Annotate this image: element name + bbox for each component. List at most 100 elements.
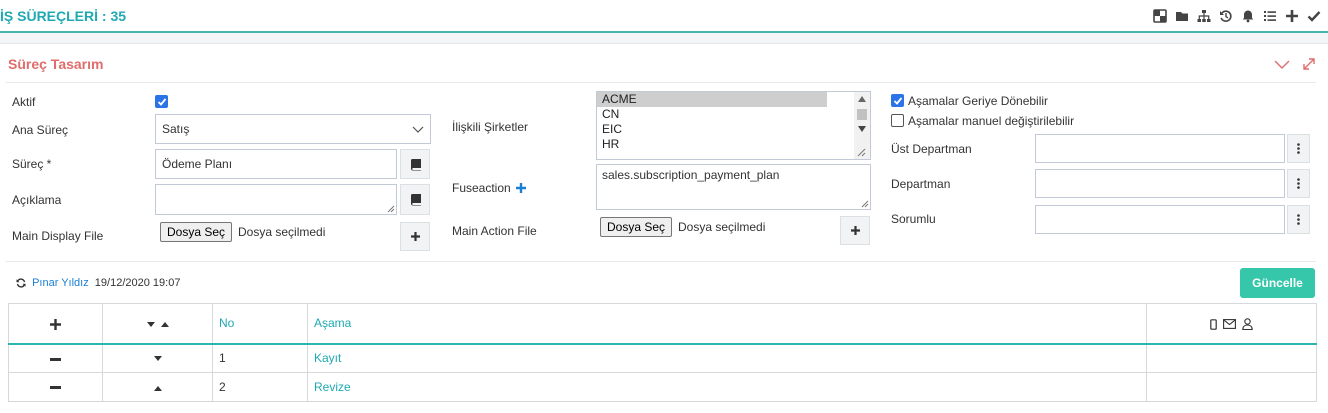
layout-icon[interactable]	[1152, 8, 1168, 24]
remove-row-cell[interactable]	[8, 343, 103, 373]
user-icon	[1242, 318, 1254, 331]
minus-icon	[50, 357, 61, 361]
plus-icon[interactable]	[1284, 8, 1300, 24]
collapse-chevron-icon[interactable]	[1272, 54, 1292, 74]
main-action-file-status: Dosya seçilmedi	[678, 220, 766, 234]
book-icon	[410, 158, 421, 170]
row-no: 2	[212, 372, 308, 402]
panel-title: Süreç Tasarım	[8, 56, 104, 72]
expand-icon[interactable]	[1299, 54, 1319, 74]
surec-label: Süreç *	[12, 157, 52, 171]
refresh-icon	[16, 278, 26, 288]
manuel-degistirilebilir-label: Aşamalar manuel değiştirilebilir	[908, 114, 1075, 128]
sorumlu-menu-button[interactable]	[1287, 205, 1310, 234]
aciklama-book-button[interactable]	[400, 184, 430, 215]
aktif-checkbox[interactable]	[155, 95, 168, 108]
table-row: 1 Kayıt	[8, 343, 1317, 373]
ana-surec-value: Satış	[162, 122, 190, 136]
ellipsis-vertical-icon	[1297, 143, 1300, 154]
departman-label: Departman	[891, 177, 951, 191]
row-no: 1	[212, 343, 308, 373]
company-option[interactable]: HR	[597, 137, 827, 152]
geri-donebilir-checkbox[interactable]	[891, 94, 904, 107]
company-option[interactable]: CN	[597, 107, 827, 122]
departman-input[interactable]	[1035, 169, 1285, 198]
book-icon	[410, 194, 421, 206]
col-header-icons	[1146, 303, 1317, 345]
resize-handle-icon[interactable]	[861, 200, 869, 208]
col-header-no: No	[212, 303, 308, 345]
sort-cell[interactable]	[102, 303, 213, 345]
sitemap-icon[interactable]	[1196, 8, 1212, 24]
ana-surec-select[interactable]: Satış	[155, 114, 431, 144]
process-design-panel: Süreç Tasarım Aktif Ana Süreç Satış Süre…	[0, 43, 1328, 413]
record-info: Pınar Yıldız 19/12/2020 19:07	[16, 277, 180, 289]
move-down-cell[interactable]	[102, 343, 213, 373]
stages-table: No Aşama 1 Kayıt 2 Revize	[8, 303, 1317, 402]
main-display-add-button[interactable]	[400, 222, 430, 251]
fuseaction-label-text: Fuseaction	[452, 181, 511, 195]
ust-departman-menu-button[interactable]	[1287, 134, 1310, 163]
iliskili-sirketler-label: İlişkili Şirketler	[452, 120, 529, 134]
fuseaction-label: Fuseaction	[452, 181, 527, 195]
remove-row-cell[interactable]	[8, 372, 103, 402]
main-action-add-button[interactable]	[840, 216, 870, 245]
add-row-cell[interactable]	[8, 303, 103, 345]
company-option[interactable]: EIC	[597, 122, 827, 137]
aciklama-textarea[interactable]	[155, 184, 397, 215]
check-icon[interactable]	[1306, 8, 1322, 24]
main-action-file-label: Main Action File	[452, 224, 537, 238]
main-display-file-status: Dosya seçilmedi	[238, 225, 326, 239]
geri-donebilir-label: Aşamalar Geriye Dönebilir	[908, 94, 1049, 108]
main-action-file-button[interactable]: Dosya Seç	[600, 217, 673, 237]
arrow-down-icon	[153, 356, 162, 362]
bell-icon[interactable]	[1240, 8, 1256, 24]
surec-input[interactable]: Ödeme Planı	[155, 149, 397, 179]
minus-icon	[50, 386, 61, 390]
main-display-file-button[interactable]: Dosya Seç	[160, 222, 233, 242]
listbox-scrollbar[interactable]	[854, 92, 870, 159]
divider	[6, 82, 1316, 83]
history-icon[interactable]	[1218, 8, 1234, 24]
fuseaction-add-icon[interactable]	[516, 182, 527, 193]
fuseaction-value: sales.subscription_payment_plan	[602, 168, 780, 182]
surec-book-button[interactable]	[400, 149, 430, 179]
ust-departman-input[interactable]	[1035, 134, 1285, 163]
main-display-file-label: Main Display File	[12, 229, 104, 243]
col-header-asama: Aşama	[307, 303, 1147, 345]
companies-listbox[interactable]: ACME CN EIC HR	[596, 91, 871, 160]
plus-icon	[50, 318, 61, 330]
folder-icon[interactable]	[1174, 8, 1190, 24]
departman-menu-button[interactable]	[1287, 169, 1310, 198]
ellipsis-vertical-icon	[1297, 178, 1300, 189]
move-up-cell[interactable]	[102, 372, 213, 402]
update-button[interactable]: Güncelle	[1240, 268, 1315, 298]
table-header-row: No Aşama	[8, 303, 1317, 345]
manuel-degistirilebilir-checkbox[interactable]	[891, 114, 904, 127]
ust-departman-label: Üst Departman	[891, 142, 972, 156]
table-row: 2 Revize	[8, 372, 1317, 402]
row-icons-cell	[1146, 372, 1317, 402]
aktif-label: Aktif	[12, 95, 36, 109]
resize-handle-icon[interactable]	[387, 205, 395, 213]
arrow-up-icon	[153, 385, 162, 391]
sorumlu-label: Sorumlu	[891, 212, 936, 226]
mail-icon	[1223, 319, 1236, 330]
surec-value: Ödeme Planı	[162, 157, 233, 171]
record-date: 19/12/2020 19:07	[94, 277, 181, 289]
chevron-down-icon	[412, 126, 424, 133]
mobile-icon	[1209, 318, 1217, 330]
sort-arrows-icon	[146, 322, 169, 328]
toolbar	[1152, 8, 1322, 24]
divider	[6, 261, 1316, 262]
row-asama-link[interactable]: Kayıt	[307, 343, 1147, 373]
ellipsis-vertical-icon	[1297, 214, 1300, 225]
list-icon[interactable]	[1262, 8, 1278, 24]
company-option[interactable]: ACME	[597, 92, 827, 107]
plus-icon	[410, 232, 420, 241]
ana-surec-label: Ana Süreç	[12, 123, 69, 137]
fuseaction-textarea[interactable]: sales.subscription_payment_plan	[596, 164, 871, 210]
sorumlu-input[interactable]	[1035, 205, 1285, 234]
record-user-link[interactable]: Pınar Yıldız	[32, 277, 89, 289]
row-asama-link[interactable]: Revize	[307, 372, 1147, 402]
